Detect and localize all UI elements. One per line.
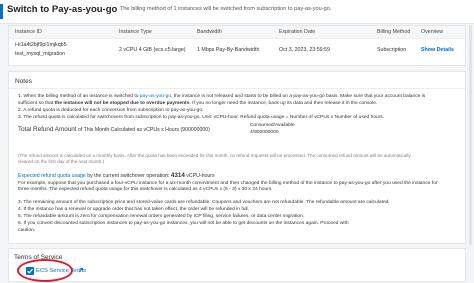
note-line-3: 2. A refund quota is deducted for each c… [18, 108, 204, 113]
notes-divider [9, 88, 465, 89]
example-line-1: For example, suppose that you purchased … [18, 181, 438, 186]
note-text: . If you no longer need the instance, ba… [189, 101, 378, 106]
terms-panel: Terms of Service ECS Service Terms [8, 248, 466, 282]
pay-as-you-go-link[interactable]: pay-as-you-go [140, 94, 171, 99]
example-line-2: three months. The expected refund quota … [18, 187, 273, 192]
note-line-2: sufficient so that the instance will not… [18, 101, 377, 106]
notes-panel: Notes 1. When the billing method of an i… [8, 71, 466, 244]
show-details-link[interactable]: Show Details [421, 47, 454, 53]
note-text: 1. When the billing method of an instanc… [18, 94, 140, 99]
note-line-1: 1. When the billing method of an instanc… [18, 94, 425, 99]
dialog-header: Switch to Pay-as-you-go The billing meth… [0, 0, 474, 24]
expected-usage-label: Expected refund quota usage [18, 173, 86, 179]
refund-note-2: cleared on the first day of the next mon… [18, 159, 105, 164]
notes-title: Notes [15, 78, 32, 85]
note-text: sufficient so that [18, 101, 55, 106]
note-line-8: 6. If you convert discounted subscriptio… [18, 221, 349, 226]
refund-note-1: (The refund amount is calculated on a mo… [18, 153, 411, 158]
page-title: Switch to Pay-as-you-go [7, 4, 118, 15]
refund-amount-title: Total Refund Amount [18, 126, 77, 133]
instance-id: i-k1a4t2bjf9pl1mjkqb5 [15, 42, 67, 48]
col-instance-id: Instance ID [15, 29, 42, 35]
col-expiration: Expiration Date [279, 29, 316, 35]
note-line-9: caution. [18, 228, 36, 233]
expected-usage-mid: by the current switchover operation: [85, 173, 171, 179]
title-accent-bar [0, 4, 3, 19]
col-bandwidth: Bandwidth [197, 29, 222, 35]
scrollbar[interactable] [469, 25, 472, 245]
col-instance-type: Instance Type [119, 29, 152, 35]
table-header: Instance ID Instance Type Bandwidth Expi… [9, 26, 465, 39]
note-text: , the instance is not released and start… [171, 94, 426, 99]
refund-amount-desc: of This Month Calculated as vCPUs x Hour… [76, 127, 210, 133]
col-overview: Overview [421, 29, 444, 35]
billing-method: Subscription [377, 47, 407, 53]
note-line-6: 4. If the instance has a renewal or upgr… [18, 207, 249, 212]
col-billing-method: Billing Method [377, 29, 411, 35]
expected-usage: Expected refund quota usage by the curre… [18, 172, 215, 179]
annotation-circle [17, 259, 73, 282]
note-line-5: 3. The remaining amount of the subscript… [18, 200, 390, 205]
note-line-7: 5. The refundable amount is zero for com… [18, 214, 305, 219]
note-line-4: 3. The refund quota is calculated for sw… [18, 115, 385, 120]
instance-table: Instance ID Instance Type Bandwidth Expi… [8, 25, 466, 66]
expected-usage-value: 4314 [170, 172, 185, 179]
expected-usage-unit: vCPU-hours [184, 173, 215, 179]
consumed-label: Consumed/Available [250, 123, 295, 128]
expiration-date: Oct 3, 2023, 23:59:59 [279, 47, 330, 53]
bandwidth: 1 Mbps Pay-By-Bandwidth [197, 47, 260, 53]
external-link-icon[interactable] [77, 267, 84, 274]
instance-name: test_mysql_migration [15, 51, 66, 57]
note-emphasis: the instance will not be stopped due to … [54, 101, 190, 106]
refund-amount-row: Total Refund Amount of This Month Calcul… [18, 122, 295, 142]
page-subtitle: The billing method of 1 instances will b… [120, 6, 332, 12]
refund-amount-label: Total Refund Amount of This Month Calcul… [18, 126, 210, 133]
instance-type: 2 vCPU 4 GiB (ecs.c5.large) [119, 47, 186, 53]
consumed-value: 4/900000000 [250, 130, 279, 135]
